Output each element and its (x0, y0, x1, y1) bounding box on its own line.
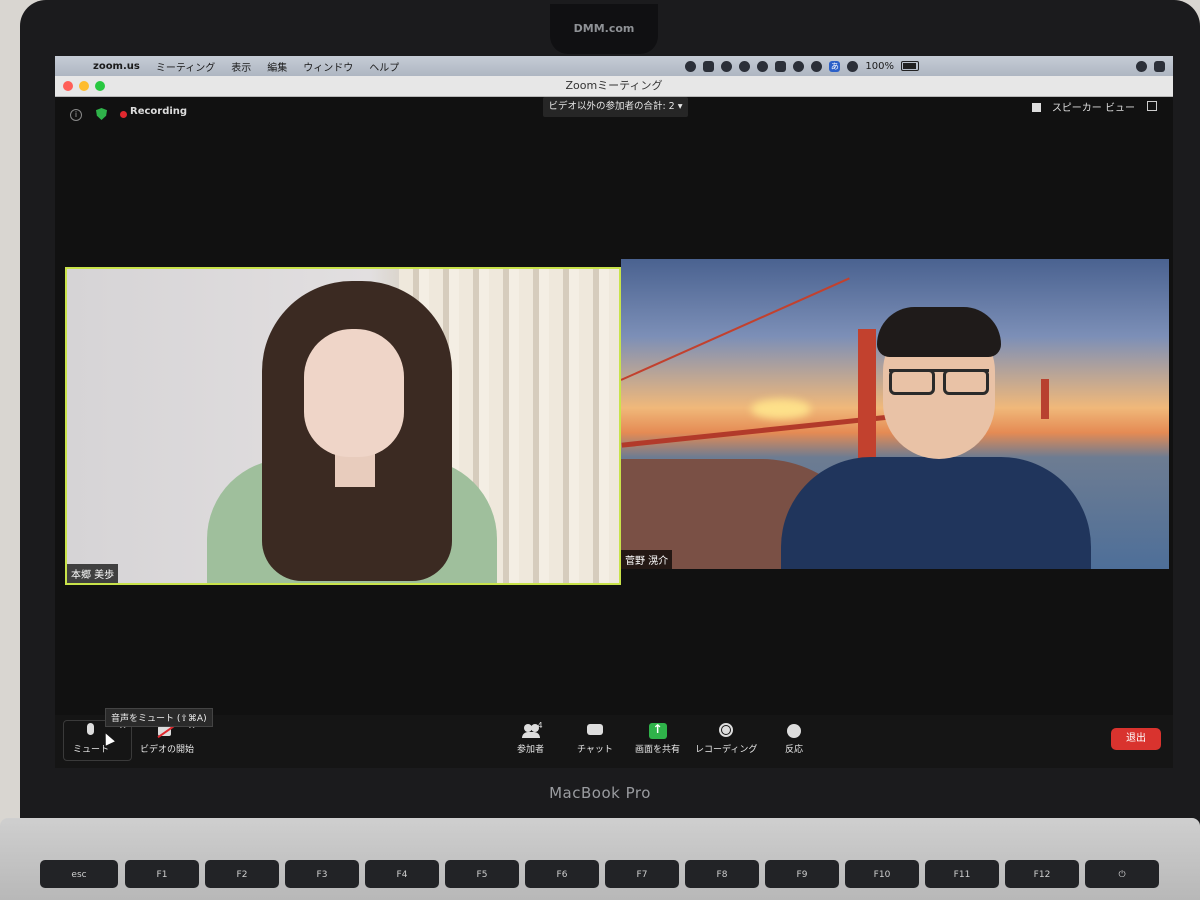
speaker-view-toggle[interactable]: スピーカー ビュー (1031, 99, 1135, 114)
key-f9[interactable]: F9 (765, 860, 839, 888)
input-method-icon[interactable]: あ (829, 60, 841, 72)
menu-zoom-us[interactable]: zoom.us (93, 61, 140, 72)
chat-icon (586, 723, 604, 739)
key-f2[interactable]: F2 (205, 860, 279, 888)
dropdown-label: ビデオ以外の参加者の合計: 2 (548, 101, 675, 112)
key-f11[interactable]: F11 (925, 860, 999, 888)
fullscreen-icon[interactable] (1147, 101, 1157, 111)
function-key-row: esc F1 F2 F3 F4 F5 F6 F7 F8 F9 F10 F11 F… (40, 860, 1200, 900)
record-icon (717, 723, 735, 739)
non-video-participants-dropdown[interactable]: ビデオ以外の参加者の合計: 2 ▾ (543, 97, 688, 117)
view-label: スピーカー ビュー (1051, 103, 1135, 114)
recording-indicator: Recording (130, 106, 188, 117)
menu-help[interactable]: ヘルプ (369, 59, 399, 74)
reactions-label: 反応 (785, 745, 804, 755)
key-f12[interactable]: F12 (1005, 860, 1079, 888)
battery-percent: 100% (865, 60, 894, 72)
window-titlebar: Zoomミーティング (55, 76, 1173, 97)
meeting-toolbar: ミュート ^ ビデオの開始 ^ 4 参加者 チャット 画面を共有 (55, 715, 1173, 768)
tray-app-icon[interactable] (685, 60, 697, 72)
bluetooth-icon[interactable] (793, 60, 805, 72)
share-screen-button[interactable]: 画面を共有 (635, 722, 681, 755)
menu-meeting[interactable]: ミーティング (156, 59, 215, 74)
screen: zoom.us ミーティング 表示 編集 ウィンドウ ヘルプ あ 100% Zo… (55, 56, 1173, 768)
control-center-icon[interactable] (1154, 60, 1165, 72)
video-tile-active-speaker[interactable]: 本郷 美歩 (65, 267, 621, 585)
tray-sync-icon[interactable] (721, 60, 733, 72)
key-f3[interactable]: F3 (285, 860, 359, 888)
laptop-brand: MacBook Pro (549, 784, 651, 802)
key-f1[interactable]: F1 (125, 860, 199, 888)
participant-hair (877, 307, 1001, 357)
recording-dot-icon (120, 111, 127, 118)
status-tray: あ 100% (685, 56, 1165, 76)
sunset (751, 399, 811, 419)
menu-view[interactable]: 表示 (231, 59, 251, 74)
spotlight-search-icon[interactable] (1136, 60, 1147, 72)
participant-video (781, 457, 1091, 569)
key-f6[interactable]: F6 (525, 860, 599, 888)
zoom-tray-icon[interactable] (703, 60, 715, 72)
chevron-down-icon: ▾ (677, 101, 683, 112)
start-video-button[interactable]: ビデオの開始 (140, 723, 194, 755)
minimize-window-button[interactable] (79, 81, 89, 91)
participant-face (304, 329, 404, 457)
meeting-info-icon[interactable]: i (70, 109, 82, 121)
volume-icon[interactable] (847, 60, 859, 72)
tray-cloud-icon[interactable] (757, 60, 769, 72)
chat-button[interactable]: チャット (577, 723, 613, 755)
share-label: 画面を共有 (635, 745, 681, 755)
key-f4[interactable]: F4 (365, 860, 439, 888)
menu-window[interactable]: ウィンドウ (303, 59, 353, 74)
key-esc[interactable]: esc (40, 860, 118, 888)
battery-icon[interactable] (901, 61, 919, 71)
key-f5[interactable]: F5 (445, 860, 519, 888)
mute-tooltip: 音声をミュート (⇧⌘A) (105, 708, 213, 727)
bridge-tower-far (1041, 379, 1049, 419)
record-label: レコーディング (695, 745, 758, 755)
key-f10[interactable]: F10 (845, 860, 919, 888)
participants-count: 4 (537, 721, 543, 730)
participant-name-tag: 本郷 美歩 (67, 564, 119, 583)
participant-name-tag: 菅野 滉介 (621, 550, 673, 569)
leave-meeting-button[interactable]: 退出 (1111, 728, 1161, 750)
zoom-window-button[interactable] (95, 81, 105, 91)
menu-edit[interactable]: 編集 (267, 59, 287, 74)
key-power[interactable]: ⏻ (1085, 860, 1159, 888)
wifi-icon[interactable] (811, 60, 823, 72)
share-screen-icon (648, 722, 667, 739)
window-title: Zoomミーティング (565, 79, 663, 92)
security-shield-icon[interactable] (96, 108, 107, 120)
participants-icon: 4 (521, 721, 543, 739)
glasses (889, 369, 989, 395)
tray-activity-icon[interactable] (739, 60, 751, 72)
reactions-button[interactable]: 反応 (785, 723, 803, 755)
grid-view-icon (1031, 103, 1041, 112)
key-f8[interactable]: F8 (685, 860, 759, 888)
video-tile[interactable]: 菅野 滉介 (621, 259, 1169, 569)
key-f7[interactable]: F7 (605, 860, 679, 888)
meeting-area: i Recording ビデオ以外の参加者の合計: 2 ▾ スピーカー ビュー … (55, 97, 1173, 768)
macos-menubar: zoom.us ミーティング 表示 編集 ウィンドウ ヘルプ あ 100% (55, 56, 1173, 76)
participants-button[interactable]: 4 参加者 (517, 721, 545, 755)
participants-label: 参加者 (517, 745, 545, 755)
camera-notch: DMM.com (550, 4, 658, 54)
airplay-icon[interactable] (775, 60, 787, 72)
close-window-button[interactable] (63, 81, 73, 91)
chat-label: チャット (577, 745, 613, 755)
record-button[interactable]: レコーディング (695, 723, 757, 755)
video-label: ビデオの開始 (140, 745, 195, 755)
reaction-emoji-icon (785, 723, 803, 739)
